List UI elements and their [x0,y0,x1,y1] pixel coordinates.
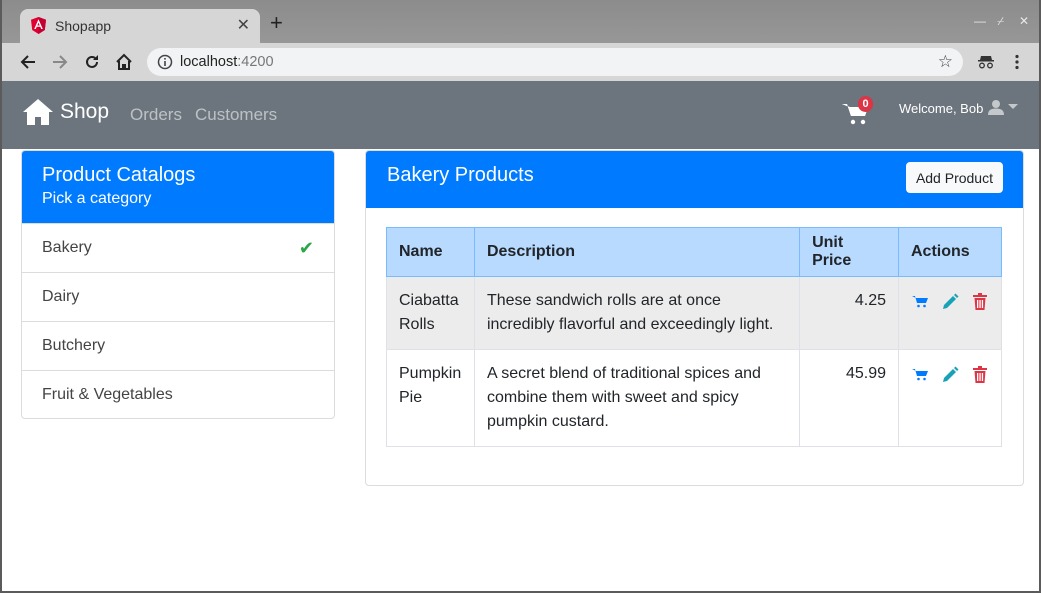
product-actions [898,276,1002,350]
category-label: Fruit & Vegetables [42,386,173,403]
reload-icon[interactable] [81,51,103,73]
close-tab-icon[interactable]: ✕ [237,15,250,35]
edit-icon[interactable] [941,365,959,383]
user-icon [988,99,1005,115]
delete-icon[interactable] [971,292,989,310]
add-product-button[interactable]: Add Product [905,162,1003,193]
product-price: 4.25 [799,276,899,350]
category-item-butchery[interactable]: Butchery [22,321,334,370]
nav-link-orders[interactable]: Orders [130,105,182,125]
column-header-name: Name [386,227,475,277]
brand-label: Shop [60,100,110,123]
chevron-down-icon [1008,104,1019,109]
column-header-unit-price: Unit Price [799,227,899,277]
tab-title: Shopapp [55,18,112,34]
edit-icon[interactable] [941,292,959,310]
catalog-subtitle: Pick a category [42,190,152,207]
address-bar[interactable]: localhost:4200 ☆ [147,48,963,76]
category-label: Bakery [42,239,92,256]
product-description: These sandwich rolls are at once incredi… [473,276,801,350]
products-table: Name Description Unit Price Actions Ciab… [386,227,1002,447]
welcome-text: Welcome, Bob [899,101,984,116]
back-icon[interactable] [17,51,39,73]
forward-icon[interactable] [49,51,71,73]
brand-link[interactable]: Shop [22,98,109,126]
table-header-row: Name Description Unit Price Actions [386,227,1002,277]
product-price: 45.99 [799,349,899,447]
angular-icon [31,17,46,34]
column-header-actions: Actions [898,227,1002,277]
products-card: Bakery Products Add Product Name Descrip… [365,150,1024,486]
product-name: Pumpkin Pie [386,349,475,447]
products-header: Bakery Products Add Product [366,151,1023,208]
url-host: localhost [180,54,238,70]
browser-toolbar: localhost:4200 ☆ [2,43,1039,81]
star-icon[interactable]: ☆ [938,52,953,72]
catalog-card: Product Catalogs Pick a category Bakery … [21,150,335,419]
window-close-icon[interactable]: ✕ [1019,14,1029,28]
url-port: :4200 [237,54,274,70]
category-label: Butchery [42,337,106,354]
product-name: Ciabatta Rolls [386,276,475,350]
category-item-bakery[interactable]: Bakery ✔ [22,223,334,272]
user-menu[interactable]: Welcome, Bob [899,99,1019,116]
category-item-fruit-vegetables[interactable]: Fruit & Vegetables [22,370,334,418]
nav-link-customers[interactable]: Customers [195,105,277,125]
column-header-description: Description [473,227,801,277]
product-description: A secret blend of traditional spices and… [473,349,801,447]
url-text: localhost:4200 [180,54,274,70]
cart-button[interactable]: 0 [841,96,875,128]
home-icon[interactable] [113,51,135,73]
home-icon [23,99,53,125]
cart-count-badge: 0 [858,96,873,112]
delete-icon[interactable] [971,365,989,383]
category-label: Dairy [42,288,80,305]
browser-window: Shopapp ✕ + — ⌿ ✕ localhost:4200 ☆ Shop … [0,0,1041,593]
catalog-header: Product Catalogs Pick a category [22,151,334,223]
maximize-icon[interactable]: ⌿ [997,14,1004,29]
plus-icon[interactable]: + [270,12,283,34]
app-navbar: Shop Orders Customers 0 Welcome, Bob [2,81,1039,149]
info-icon[interactable] [157,54,173,70]
menu-icon[interactable] [1006,51,1028,73]
table-row: Ciabatta Rolls These sandwich rolls are … [386,276,1002,350]
incognito-icon[interactable] [975,51,997,73]
add-to-cart-icon[interactable] [911,292,929,310]
minimize-icon[interactable]: — [974,14,986,28]
catalog-title: Product Catalogs [42,164,196,186]
table-row: Pumpkin Pie A secret blend of traditiona… [386,349,1002,447]
category-item-dairy[interactable]: Dairy [22,272,334,321]
products-title: Bakery Products [387,164,534,186]
tab-strip: Shopapp ✕ + — ⌿ ✕ [2,0,1039,43]
add-to-cart-icon[interactable] [911,365,929,383]
product-actions [898,349,1002,447]
checkmark-icon: ✔ [298,237,314,258]
browser-tab[interactable]: Shopapp ✕ [20,9,260,43]
